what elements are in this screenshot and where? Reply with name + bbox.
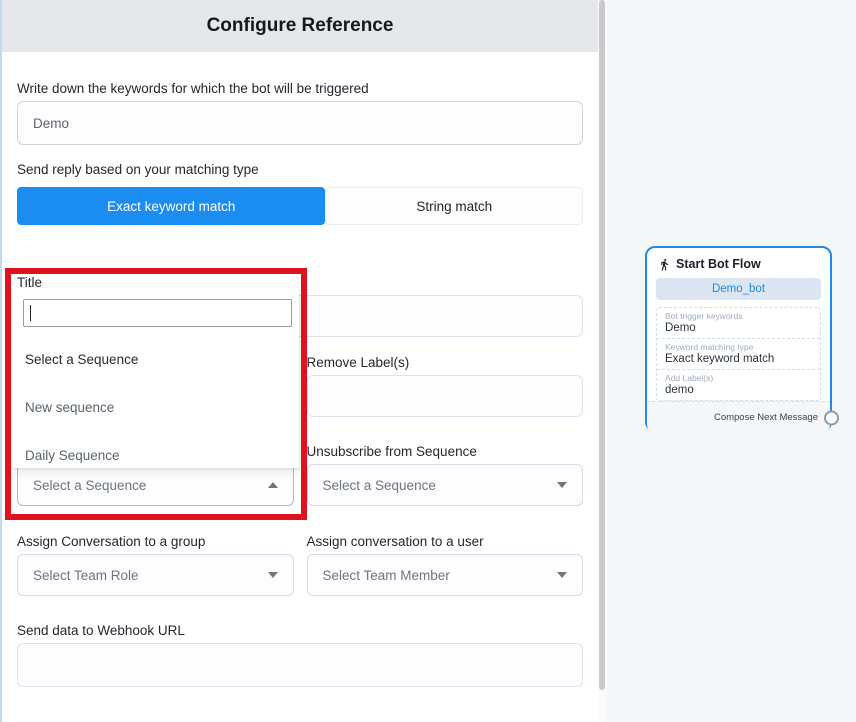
page-title: Configure Reference [207,15,394,37]
unsubscribe-sequence-label: Unsubscribe from Sequence [307,444,584,459]
matching-type-label: Send reply based on your matching type [17,162,583,177]
text-cursor [30,305,31,321]
tab-string-match[interactable]: String match [325,187,583,225]
sequence-option[interactable]: New sequence [12,384,299,432]
sequence-dropdown-menu: Select a Sequence New sequence Daily Seq… [12,288,299,468]
assign-group-label: Assign Conversation to a group [17,534,294,549]
flow-card-fields: Bot trigger keywords Demo Keyword matchi… [656,307,821,401]
caret-up-icon [268,482,278,488]
circle-port-icon[interactable] [824,410,839,425]
tab-exact-keyword-match[interactable]: Exact keyword match [17,187,325,225]
field-value: Demo [665,322,812,334]
field-row: Keyword matching type Exact keyword matc… [657,338,820,369]
field-label: Keyword matching type [665,342,812,352]
scrollbar-thumb[interactable] [599,0,605,690]
field-row: Add Label(s) demo [657,369,820,400]
assign-row: Assign Conversation to a group Select Te… [17,534,583,596]
keywords-input[interactable] [17,101,583,145]
start-bot-flow-node[interactable]: Start Bot Flow Demo_bot Bot trigger keyw… [645,246,832,432]
unsubscribe-sequence-cell: Unsubscribe from Sequence Select a Seque… [307,444,584,506]
vertical-scrollbar[interactable] [598,0,607,722]
compose-next-message-label: Compose Next Message [714,412,818,423]
unsubscribe-sequence-select[interactable]: Select a Sequence [307,464,584,506]
remove-labels-input[interactable] [307,375,584,417]
field-value: Exact keyword match [665,353,812,365]
caret-down-icon [557,482,567,488]
webhook-input[interactable] [17,643,583,687]
sequence-options-list: Select a Sequence New sequence Daily Seq… [12,336,299,480]
assign-user-label: Assign conversation to a user [307,534,584,549]
sequence-option[interactable]: Select a Sequence [12,336,299,384]
sequence-option[interactable]: Daily Sequence [12,432,299,480]
assign-group-value: Select Team Role [33,568,268,583]
matching-type-tabs: Exact keyword match String match [17,187,583,225]
bot-name-button[interactable]: Demo_bot [656,278,821,300]
sequence-search-input[interactable] [23,299,292,327]
webhook-label: Send data to Webhook URL [17,623,583,638]
remove-labels-cell: Remove Label(s) [307,355,584,417]
assign-user-value: Select Team Member [323,568,558,583]
field-label: Bot trigger keywords [665,311,812,321]
unsubscribe-sequence-value: Select a Sequence [323,478,558,493]
assign-user-select[interactable]: Select Team Member [307,554,584,596]
panel-header: Configure Reference [2,0,598,52]
keywords-label: Write down the keywords for which the bo… [17,81,583,96]
field-row: Bot trigger keywords Demo [657,308,820,338]
caret-down-icon [268,572,278,578]
field-label: Add Label(s) [665,373,812,383]
flow-card-header: Start Bot Flow [647,248,830,275]
assign-user-cell: Assign conversation to a user Select Tea… [307,534,584,596]
caret-down-icon [557,572,567,578]
configure-panel: Configure Reference Write down the keywo… [0,0,598,722]
remove-labels-label: Remove Label(s) [307,355,584,370]
field-value: demo [665,384,812,396]
flow-card-title: Start Bot Flow [676,257,761,271]
flow-card-footer: Compose Next Message [647,401,830,433]
walking-person-icon [658,258,671,271]
assign-group-cell: Assign Conversation to a group Select Te… [17,534,294,596]
assign-group-select[interactable]: Select Team Role [17,554,294,596]
flow-canvas: Start Bot Flow Demo_bot Bot trigger keyw… [607,0,856,722]
sequence-search-wrap [23,299,289,327]
